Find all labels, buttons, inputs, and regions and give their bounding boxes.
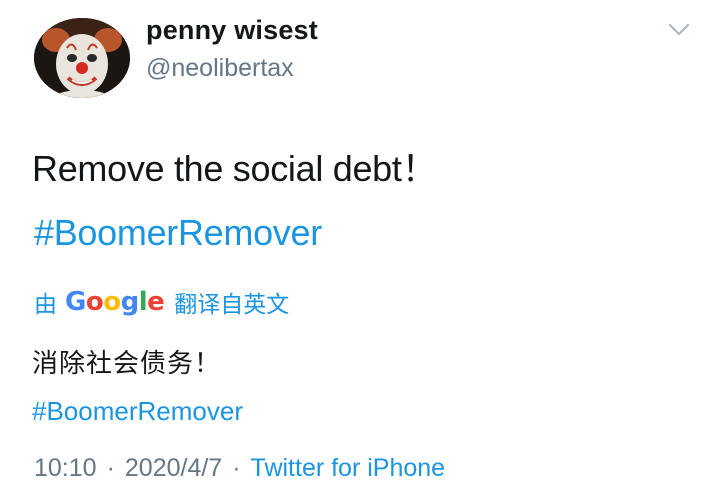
chevron-down-icon[interactable] — [668, 22, 690, 38]
tweet-card: penny wisest @neolibertax Remove the soc… — [0, 0, 720, 498]
translated-text: 消除社会债务！ — [32, 348, 222, 378]
tweet-source-link[interactable]: Twitter for iPhone — [251, 454, 446, 483]
separator-dot: · — [106, 454, 115, 482]
clown-avatar-icon — [34, 18, 130, 98]
translate-link[interactable]: 由 Google 翻译自英文 — [34, 285, 289, 319]
translate-from-label: 翻译自英文 — [174, 291, 290, 317]
translated-hashtag-link[interactable]: #BoomerRemover — [32, 396, 243, 427]
google-logo: Google — [65, 287, 165, 317]
avatar[interactable] — [34, 18, 130, 98]
tweet-metadata: 10:10 · 2020/4/7 · Twitter for iPhone — [34, 454, 445, 483]
display-name[interactable]: penny wisest — [146, 15, 318, 46]
tweet-date: 2020/4/7 — [124, 454, 223, 482]
tweet-text: Remove the social debt！ — [32, 148, 438, 189]
user-handle[interactable]: @neolibertax — [146, 54, 294, 83]
hashtag-link[interactable]: #BoomerRemover — [34, 212, 322, 254]
translate-by-label: 由 — [34, 291, 57, 317]
separator-dot: · — [232, 454, 241, 482]
tweet-time: 10:10 — [34, 454, 97, 482]
